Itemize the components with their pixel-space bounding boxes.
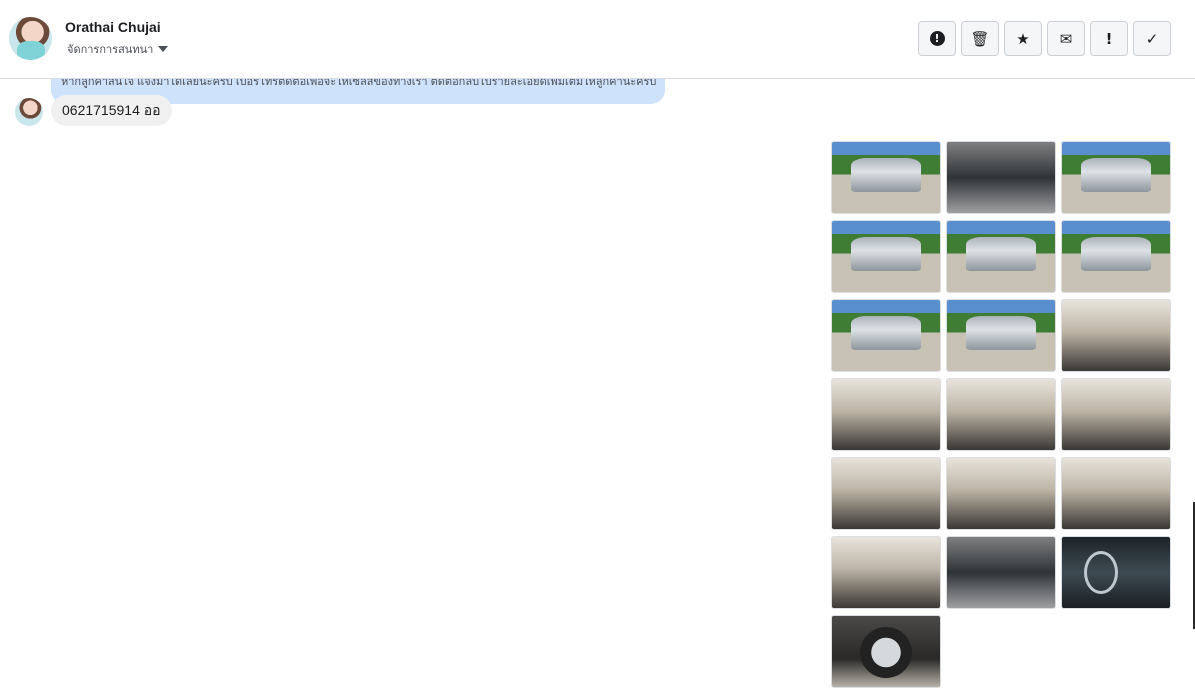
car-photo-icon[interactable]	[1061, 141, 1171, 214]
car-photo-icon[interactable]	[831, 141, 941, 214]
interior-photo-icon[interactable]	[946, 457, 1056, 530]
wheel-photo-icon[interactable]	[831, 615, 941, 688]
received-message-bubble[interactable]: 0621715914 ออ	[51, 95, 172, 126]
caret-down-icon	[158, 46, 169, 52]
mark-done-button[interactable]: ✓	[1133, 21, 1171, 56]
interior-photo-icon[interactable]	[831, 457, 941, 530]
conversation-menu-dropdown[interactable]: จัดการการสนทนา	[67, 40, 169, 58]
received-message-text: 0621715914 ออ	[62, 102, 161, 118]
star-icon: ★	[1016, 29, 1030, 48]
checkmark-icon: ✓	[1145, 29, 1159, 48]
engine-photo-icon[interactable]	[946, 536, 1056, 609]
gauge-photo-icon[interactable]	[1061, 536, 1171, 609]
photo-attachment-grid	[831, 141, 1171, 688]
mark-important-button[interactable]: !	[1090, 21, 1128, 56]
car-photo-icon[interactable]	[946, 220, 1056, 293]
interior-photo-icon[interactable]	[831, 378, 941, 451]
envelope-icon: ✉	[1059, 29, 1073, 48]
car-photo-icon[interactable]	[831, 299, 941, 372]
exclamation-icon: !	[1105, 29, 1113, 48]
star-button[interactable]: ★	[1004, 21, 1042, 56]
interior-photo-icon[interactable]	[831, 536, 941, 609]
mark-unread-button[interactable]: ✉	[1047, 21, 1085, 56]
alert-circle-icon: !	[929, 31, 945, 46]
contact-name[interactable]: Orathai Chujai	[65, 19, 161, 35]
interior-photo-icon[interactable]	[1061, 299, 1171, 372]
delete-button[interactable]: 🗑	[961, 21, 999, 56]
interior-photo-icon[interactable]	[1061, 457, 1171, 530]
action-toolbar: ! 🗑 ★ ✉! ✓	[918, 21, 1171, 56]
trash-icon: 🗑	[970, 29, 990, 48]
conversation-menu-label: จัดการการสนทนา	[67, 44, 154, 56]
interior-photo-icon[interactable]	[1061, 378, 1171, 451]
car-photo-icon[interactable]	[831, 220, 941, 293]
engine-photo-icon[interactable]	[946, 141, 1056, 214]
report-spam-button[interactable]: !	[918, 21, 956, 56]
sender-avatar[interactable]	[15, 98, 43, 126]
interior-photo-icon[interactable]	[946, 378, 1056, 451]
conversation-header: Orathai Chujai จัดการการสนทนา ! 🗑 ★ ✉! ✓	[0, 0, 1195, 79]
car-photo-icon[interactable]	[1061, 220, 1171, 293]
contact-avatar[interactable]	[9, 17, 52, 60]
car-photo-icon[interactable]	[946, 299, 1056, 372]
